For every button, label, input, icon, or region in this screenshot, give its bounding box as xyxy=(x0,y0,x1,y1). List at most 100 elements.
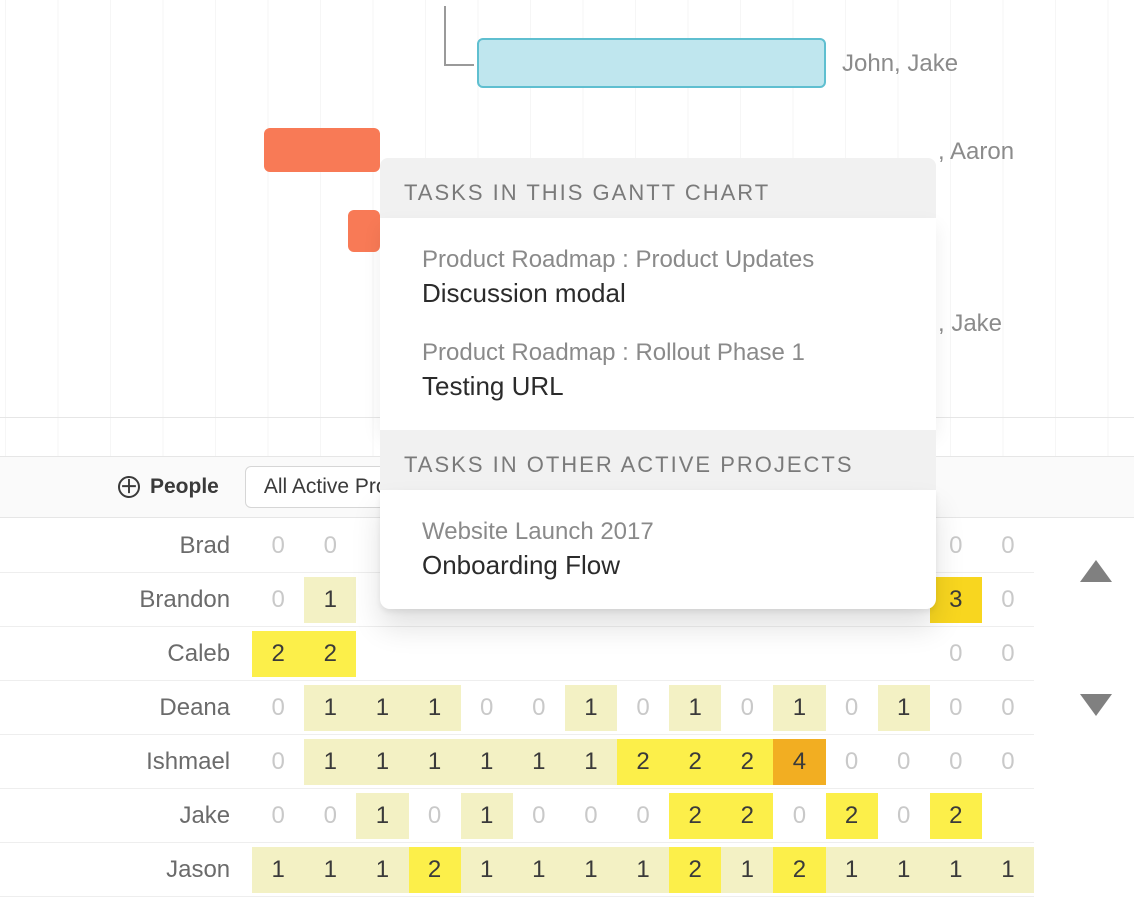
workload-cell[interactable]: 2 xyxy=(669,847,721,893)
workload-cell xyxy=(982,793,1034,839)
workload-cell[interactable]: 4 xyxy=(773,739,825,785)
workload-cell[interactable]: 1 xyxy=(461,793,513,839)
workload-cell[interactable]: 0 xyxy=(826,739,878,785)
workload-cell[interactable]: 1 xyxy=(982,847,1034,893)
workload-cell[interactable]: 1 xyxy=(565,739,617,785)
workload-cell[interactable]: 2 xyxy=(721,739,773,785)
workload-cell[interactable]: 0 xyxy=(304,523,356,569)
workload-cell[interactable]: 0 xyxy=(930,739,982,785)
workload-cell[interactable]: 2 xyxy=(669,739,721,785)
workload-cell[interactable]: 1 xyxy=(773,685,825,731)
workload-cell[interactable]: 1 xyxy=(669,685,721,731)
workload-cell[interactable]: 1 xyxy=(304,739,356,785)
workload-cell[interactable]: 0 xyxy=(461,685,513,731)
gantt-bar[interactable] xyxy=(477,38,826,88)
workload-cell[interactable]: 0 xyxy=(721,685,773,731)
popover-task-item[interactable]: Website Launch 2017Onboarding Flow xyxy=(380,500,936,593)
workload-cell[interactable]: 1 xyxy=(304,685,356,731)
workload-cell[interactable]: 1 xyxy=(878,685,930,731)
popover-section-body: Product Roadmap : Product UpdatesDiscuss… xyxy=(380,218,936,430)
workload-cell[interactable]: 0 xyxy=(252,523,304,569)
workload-cell[interactable]: 2 xyxy=(930,793,982,839)
popover-item-title: Onboarding Flow xyxy=(422,550,894,581)
workload-cell[interactable]: 1 xyxy=(826,847,878,893)
workload-cell[interactable]: 2 xyxy=(409,847,461,893)
workload-cell[interactable]: 2 xyxy=(773,847,825,893)
workload-row: Caleb2200 xyxy=(0,627,1034,681)
workload-cell[interactable]: 3 xyxy=(930,577,982,623)
workload-cell[interactable]: 1 xyxy=(409,739,461,785)
workload-cell[interactable]: 0 xyxy=(982,577,1034,623)
workload-cell[interactable]: 0 xyxy=(304,793,356,839)
workload-cell[interactable]: 0 xyxy=(982,739,1034,785)
workload-cell[interactable]: 0 xyxy=(409,793,461,839)
workload-cell[interactable]: 1 xyxy=(356,793,408,839)
popover-item-title: Discussion modal xyxy=(422,278,894,309)
workload-cell[interactable]: 1 xyxy=(617,847,669,893)
workload-cell[interactable]: 1 xyxy=(513,739,565,785)
workload-cell[interactable]: 1 xyxy=(409,685,461,731)
workload-cell[interactable]: 1 xyxy=(461,739,513,785)
workload-cell xyxy=(513,631,565,677)
workload-cell[interactable]: 1 xyxy=(565,847,617,893)
popover-task-item[interactable]: Product Roadmap : Product UpdatesDiscuss… xyxy=(380,228,936,321)
scroll-down-icon[interactable] xyxy=(1080,694,1112,716)
popover-task-item[interactable]: Product Roadmap : Rollout Phase 1 Testing… xyxy=(380,321,936,414)
workload-person-name[interactable]: Brandon xyxy=(0,586,252,614)
workload-cell[interactable]: 2 xyxy=(252,631,304,677)
workload-person-name[interactable]: Caleb xyxy=(0,640,252,668)
workload-person-name[interactable]: Deana xyxy=(0,694,252,722)
workload-person-name[interactable]: Brad xyxy=(0,532,252,560)
workload-cell[interactable]: 0 xyxy=(826,685,878,731)
workload-cell[interactable]: 1 xyxy=(565,685,617,731)
workload-cell[interactable]: 2 xyxy=(721,793,773,839)
workload-cell[interactable]: 1 xyxy=(513,847,565,893)
popover-item-title: Testing URL xyxy=(422,371,894,402)
workload-cell[interactable]: 2 xyxy=(826,793,878,839)
workload-cell[interactable]: 1 xyxy=(930,847,982,893)
workload-cell[interactable]: 1 xyxy=(721,847,773,893)
workload-cell[interactable]: 1 xyxy=(304,847,356,893)
workload-cell[interactable]: 1 xyxy=(461,847,513,893)
workload-cell[interactable]: 0 xyxy=(513,793,565,839)
workload-cell[interactable]: 0 xyxy=(878,739,930,785)
workload-cell xyxy=(461,631,513,677)
workload-cell[interactable]: 0 xyxy=(252,739,304,785)
workload-cell[interactable]: 1 xyxy=(356,685,408,731)
workload-cell[interactable]: 0 xyxy=(878,793,930,839)
gantt-bar[interactable] xyxy=(264,128,380,172)
workload-cell[interactable]: 0 xyxy=(513,685,565,731)
workload-cell[interactable]: 2 xyxy=(669,793,721,839)
workload-cell[interactable]: 0 xyxy=(617,685,669,731)
workload-cell[interactable]: 2 xyxy=(617,739,669,785)
scroll-controls xyxy=(1080,560,1112,716)
workload-cell[interactable]: 2 xyxy=(304,631,356,677)
workload-row: Jason111211112121111 xyxy=(0,843,1034,897)
workload-person-name[interactable]: Ishmael xyxy=(0,748,252,776)
workload-cell[interactable]: 0 xyxy=(565,793,617,839)
workload-cell[interactable]: 0 xyxy=(930,523,982,569)
workload-cell[interactable]: 0 xyxy=(252,577,304,623)
workload-person-name[interactable]: Jason xyxy=(0,856,252,884)
scroll-up-icon[interactable] xyxy=(1080,560,1112,582)
workload-cell[interactable]: 0 xyxy=(252,793,304,839)
workload-person-name[interactable]: Jake xyxy=(0,802,252,830)
workload-cell[interactable]: 1 xyxy=(878,847,930,893)
workload-cell[interactable]: 1 xyxy=(356,739,408,785)
workload-cell[interactable]: 0 xyxy=(252,685,304,731)
add-people-button[interactable]: ＋ People xyxy=(118,475,219,499)
workload-cell[interactable]: 0 xyxy=(982,685,1034,731)
workload-cell[interactable]: 0 xyxy=(930,631,982,677)
workload-cell[interactable]: 1 xyxy=(304,577,356,623)
workload-cell[interactable]: 0 xyxy=(617,793,669,839)
workload-cell[interactable]: 1 xyxy=(252,847,304,893)
workload-cell[interactable]: 0 xyxy=(930,685,982,731)
workload-cell[interactable]: 0 xyxy=(982,631,1034,677)
gantt-bar[interactable] xyxy=(348,210,380,252)
workload-cell[interactable]: 0 xyxy=(773,793,825,839)
workload-cell[interactable]: 0 xyxy=(982,523,1034,569)
workload-row: Deana011100101010100 xyxy=(0,681,1034,735)
popover-item-breadcrumb: Product Roadmap : Rollout Phase 1 xyxy=(422,339,894,367)
workload-cell[interactable]: 1 xyxy=(356,847,408,893)
workload-cell xyxy=(826,631,878,677)
